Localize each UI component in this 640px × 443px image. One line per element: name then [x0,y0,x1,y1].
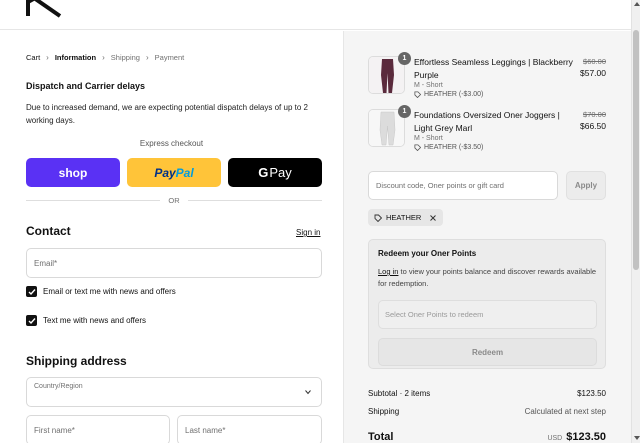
subtotal-label: Subtotal · 2 items [368,389,431,398]
item-discount: HEATHER (-$3.50) [414,144,483,151]
item-price: $57.00 [580,68,606,78]
item-name: Foundations Oversized Oner Joggers | Lig… [414,110,560,133]
paypal-label-part1: Pay [154,165,176,180]
log-in-link[interactable]: Log in [378,267,398,276]
points-select-placeholder: Select Oner Points to redeem [385,310,484,319]
quantity-badge: 1 [398,105,411,118]
apply-button[interactable]: Apply [566,171,606,200]
item-name: Effortless Seamless Leggings | Blackberr… [414,57,573,80]
shipping-label: Shipping [368,407,400,416]
google-pay-button[interactable]: G Pay [228,158,322,187]
checkbox-checked-icon[interactable] [26,315,37,326]
news-text-checkbox-row[interactable]: Text me with news and offers [26,315,146,326]
discount-code-placeholder: Discount code, Oner points or gift card [376,181,504,190]
chevron-right-icon: › [145,53,149,62]
email-placeholder: Email* [34,258,58,268]
cart-item: 1 Foundations Oversized Oner Joggers | L… [368,105,606,153]
checkbox-checked-icon[interactable] [26,286,37,297]
item-discount: HEATHER (-$3.00) [414,91,483,98]
divider-line [187,200,322,201]
shipping-value: Calculated at next step [524,407,606,416]
or-divider: OR [26,196,322,205]
shop-pay-label: shop [58,165,88,180]
cart-item: 1 Effortless Seamless Leggings | Blackbe… [368,52,606,100]
country-label: Country/Region [34,383,83,390]
divider-line [26,200,161,201]
paypal-label-part2: Pal [175,165,194,180]
tag-icon [414,91,421,98]
news-email-label: Email or text me with news and offers [43,287,176,296]
shipping-address-heading: Shipping address [26,354,127,368]
tag-icon [374,214,382,222]
breadcrumb-shipping: Shipping [110,53,140,62]
discount-code-input[interactable]: Discount code, Oner points or gift card [368,171,558,200]
notice-title: Dispatch and Carrier delays [26,81,146,91]
shop-pay-button[interactable]: shop [26,158,120,187]
first-name-field[interactable]: First name* [26,415,170,443]
total-amount: USD $123.50 [547,431,606,443]
total-row: Total USD $123.50 [368,431,606,443]
country-select[interactable]: Country/Region [26,377,322,407]
item-original-price: $60.00 [583,57,606,66]
first-name-placeholder: First name* [34,425,75,435]
news-text-label: Text me with news and offers [43,316,147,325]
breadcrumb-information: Information [54,53,97,62]
shipping-row: Shipping Calculated at next step [368,407,606,416]
scrollbar-thumb[interactable] [633,30,639,270]
subtotal-row: Subtotal · 2 items $123.50 [368,389,606,398]
page-scrollbar[interactable] [631,0,640,443]
redeem-points-panel: Redeem your Oner Points Log in to view y… [368,239,606,369]
total-currency: USD [547,435,563,442]
breadcrumb: Cart › Information › Shipping › Payment [26,53,184,62]
scroll-down-arrow-icon[interactable] [634,436,640,440]
item-price: $66.50 [580,121,606,131]
sign-in-link[interactable]: Sign in [296,228,320,237]
total-label: Total [368,431,394,443]
checkout-form-column: Cart › Information › Shipping › Payment … [0,31,343,443]
applied-discount-code: HEATHER [386,213,422,222]
paypal-button[interactable]: Pay Pal [127,158,221,187]
brand-logo-icon[interactable] [26,0,66,18]
tag-icon [414,144,421,151]
quantity-badge: 1 [398,52,411,65]
contact-heading: Contact [26,224,71,238]
order-summary-column: 1 Effortless Seamless Leggings | Blackbe… [343,31,631,443]
chevron-right-icon: › [46,53,49,62]
email-field[interactable]: Email* [26,248,322,278]
header [0,0,631,30]
total-value: $123.50 [566,431,606,443]
scroll-up-arrow-icon[interactable] [634,2,640,6]
item-discount-label: HEATHER (-$3.50) [424,144,484,151]
redeem-description: to view your points balance and discover… [378,267,597,288]
breadcrumb-payment: Payment [154,53,185,62]
redeem-button[interactable]: Redeem [378,338,597,366]
item-discount-label: HEATHER (-$3.00) [424,91,484,98]
applied-discount-tag: HEATHER [368,209,444,226]
chevron-right-icon: › [102,53,105,62]
google-pay-label: Pay [269,165,292,180]
breadcrumb-cart[interactable]: Cart [26,53,40,62]
news-email-checkbox-row[interactable]: Email or text me with news and offers [26,286,176,297]
express-checkout-label: Express checkout [139,139,204,148]
chevron-down-icon [305,390,311,395]
last-name-field[interactable]: Last name* [177,415,322,443]
last-name-placeholder: Last name* [185,425,226,435]
redeem-text: Log in to view your points balance and d… [378,266,598,290]
item-original-price: $70.00 [583,110,606,119]
redeem-title: Redeem your Oner Points [378,249,477,258]
item-variant: M - Short [414,135,443,142]
subtotal-value: $123.50 [577,389,606,398]
or-label: OR [168,196,180,205]
item-variant: M - Short [414,82,443,89]
points-select[interactable]: Select Oner Points to redeem [378,300,597,329]
close-icon[interactable] [429,214,437,222]
google-g-icon: G [258,165,269,180]
notice-text: Due to increased demand, we are expectin… [26,103,308,125]
